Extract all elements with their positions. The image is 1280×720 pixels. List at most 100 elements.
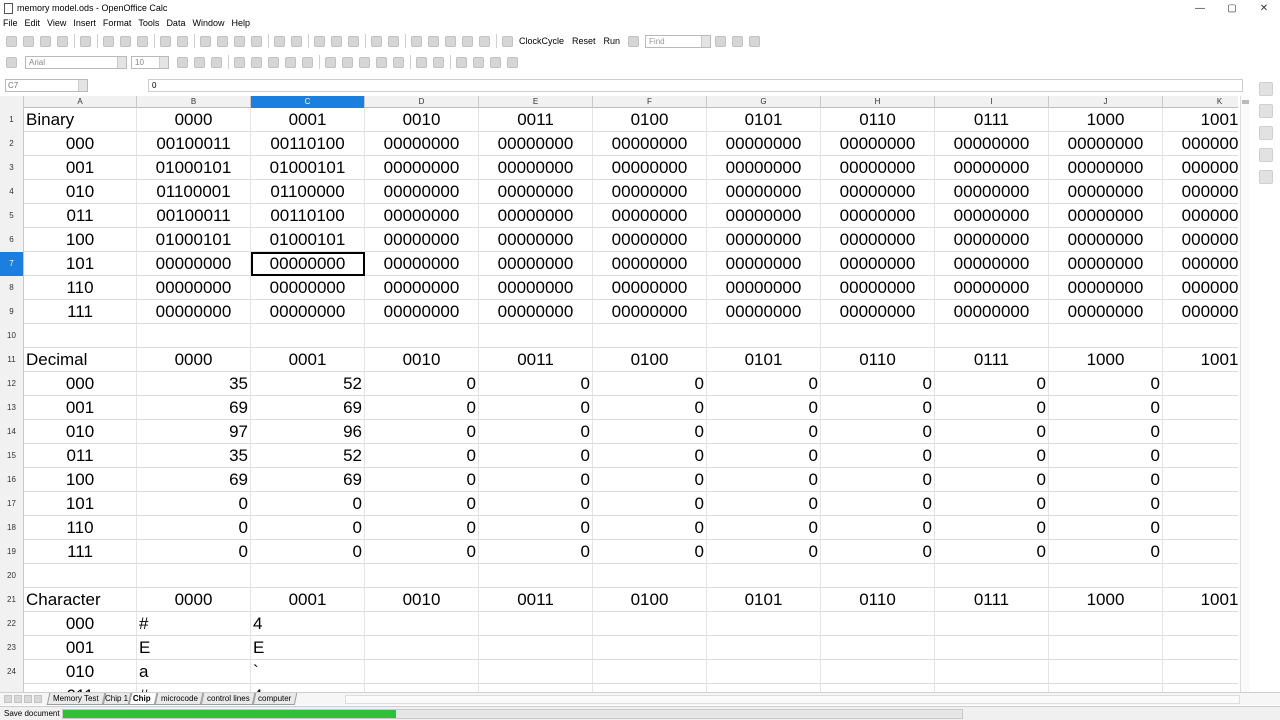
cell-c11[interactable]: 0001 — [251, 348, 365, 372]
cell-a13[interactable]: 001 — [24, 396, 137, 420]
cell-b9[interactable]: 00000000 — [137, 300, 251, 324]
column-header-k[interactable]: K — [1163, 96, 1238, 108]
column-header-b[interactable]: B — [137, 96, 251, 108]
cell-e5[interactable]: 00000000 — [479, 204, 593, 228]
cell-e21[interactable]: 0011 — [479, 588, 593, 612]
cell-d19[interactable]: 0 — [365, 540, 479, 564]
cell-j12[interactable]: 0 — [1049, 372, 1163, 396]
cell-c22[interactable]: 4 — [251, 612, 365, 636]
font-color-icon[interactable] — [490, 56, 501, 68]
menu-data[interactable]: Data — [166, 18, 185, 28]
cell-d9[interactable]: 00000000 — [365, 300, 479, 324]
cell-i14[interactable]: 0 — [935, 420, 1049, 444]
cell-b17[interactable]: 0 — [137, 492, 251, 516]
cell-k19[interactable] — [1163, 540, 1238, 564]
cell-a3[interactable]: 001 — [24, 156, 137, 180]
cell-f7[interactable]: 00000000 — [593, 252, 707, 276]
cell-b7[interactable]: 00000000 — [137, 252, 251, 276]
sort-descending-icon[interactable] — [348, 35, 359, 47]
sheet-tab[interactable]: control lines — [200, 693, 256, 705]
cell-e18[interactable]: 0 — [479, 516, 593, 540]
save-icon[interactable] — [40, 35, 51, 47]
row-header[interactable]: 3 — [0, 156, 24, 180]
cell-c7[interactable]: 00000000 — [251, 252, 365, 276]
cell-j4[interactable]: 00000000 — [1049, 180, 1163, 204]
menu-view[interactable]: View — [47, 18, 66, 28]
clockcycle-button[interactable]: ClockCycle — [519, 36, 564, 46]
cell-b11[interactable]: 0000 — [137, 348, 251, 372]
cut-icon[interactable] — [200, 35, 211, 47]
cell-e23[interactable] — [479, 636, 593, 660]
cell-e1[interactable]: 0011 — [479, 108, 593, 132]
chart-icon[interactable] — [371, 35, 382, 47]
standard-format-icon[interactable] — [359, 56, 370, 68]
cell-k15[interactable] — [1163, 444, 1238, 468]
page-preview-icon[interactable] — [137, 35, 148, 47]
cell-f16[interactable]: 0 — [593, 468, 707, 492]
cell-a19[interactable]: 111 — [24, 540, 137, 564]
cell-c1[interactable]: 0001 — [251, 108, 365, 132]
cell-k11[interactable]: 1001 — [1163, 348, 1238, 372]
cell-d24[interactable] — [365, 660, 479, 684]
cell-k23[interactable] — [1163, 636, 1238, 660]
cell-a15[interactable]: 011 — [24, 444, 137, 468]
align-center-icon[interactable] — [251, 56, 262, 68]
reset-button[interactable]: Reset — [572, 36, 596, 46]
cell-g15[interactable]: 0 — [707, 444, 821, 468]
help-icon[interactable] — [502, 35, 513, 47]
cell-g18[interactable]: 0 — [707, 516, 821, 540]
cell-g8[interactable]: 00000000 — [707, 276, 821, 300]
cell-e9[interactable]: 00000000 — [479, 300, 593, 324]
cell-e3[interactable]: 00000000 — [479, 156, 593, 180]
cell-e20[interactable] — [479, 564, 593, 588]
cell-i16[interactable]: 0 — [935, 468, 1049, 492]
row-header[interactable]: 16 — [0, 468, 24, 492]
cell-e6[interactable]: 00000000 — [479, 228, 593, 252]
row-header[interactable]: 21 — [0, 588, 24, 612]
cell-i12[interactable]: 0 — [935, 372, 1049, 396]
cell-a17[interactable]: 101 — [24, 492, 137, 516]
row-header[interactable]: 23 — [0, 636, 24, 660]
chevron-down-icon[interactable] — [159, 56, 168, 68]
row-header[interactable]: 18 — [0, 516, 24, 540]
cell-h15[interactable]: 0 — [821, 444, 935, 468]
cell-d22[interactable] — [365, 612, 479, 636]
cell-a20[interactable] — [24, 564, 137, 588]
cell-h23[interactable] — [821, 636, 935, 660]
cell-d10[interactable] — [365, 324, 479, 348]
cell-k20[interactable] — [1163, 564, 1238, 588]
cell-i18[interactable]: 0 — [935, 516, 1049, 540]
cell-e22[interactable] — [479, 612, 593, 636]
cell-b21[interactable]: 0000 — [137, 588, 251, 612]
percent-format-icon[interactable] — [342, 56, 353, 68]
export-pdf-icon[interactable] — [103, 35, 114, 47]
row-header[interactable]: 4 — [0, 180, 24, 204]
gallery-icon[interactable] — [445, 35, 456, 47]
row-header[interactable]: 11 — [0, 348, 24, 372]
cell-h11[interactable]: 0110 — [821, 348, 935, 372]
cell-j17[interactable]: 0 — [1049, 492, 1163, 516]
toolbar-options-icon[interactable] — [507, 56, 518, 68]
bold-icon[interactable] — [177, 56, 188, 68]
row-header[interactable]: 12 — [0, 372, 24, 396]
row-header[interactable]: 6 — [0, 228, 24, 252]
cell-j13[interactable]: 0 — [1049, 396, 1163, 420]
cell-a2[interactable]: 000 — [24, 132, 137, 156]
cell-d16[interactable]: 0 — [365, 468, 479, 492]
menu-format[interactable]: Format — [103, 18, 132, 28]
cell-h22[interactable] — [821, 612, 935, 636]
cell-i23[interactable] — [935, 636, 1049, 660]
cell-g25[interactable] — [707, 684, 821, 692]
cell-h17[interactable]: 0 — [821, 492, 935, 516]
column-header-a[interactable]: A — [24, 96, 137, 108]
cell-i25[interactable] — [935, 684, 1049, 692]
previous-sheet-icon[interactable] — [14, 695, 22, 703]
cell-j18[interactable]: 0 — [1049, 516, 1163, 540]
row-header[interactable]: 19 — [0, 540, 24, 564]
cell-c10[interactable] — [251, 324, 365, 348]
cell-c25[interactable]: 4 — [251, 684, 365, 692]
cell-j6[interactable]: 00000000 — [1049, 228, 1163, 252]
cell-g9[interactable]: 00000000 — [707, 300, 821, 324]
column-header-h[interactable]: H — [821, 96, 935, 108]
cell-c8[interactable]: 00000000 — [251, 276, 365, 300]
